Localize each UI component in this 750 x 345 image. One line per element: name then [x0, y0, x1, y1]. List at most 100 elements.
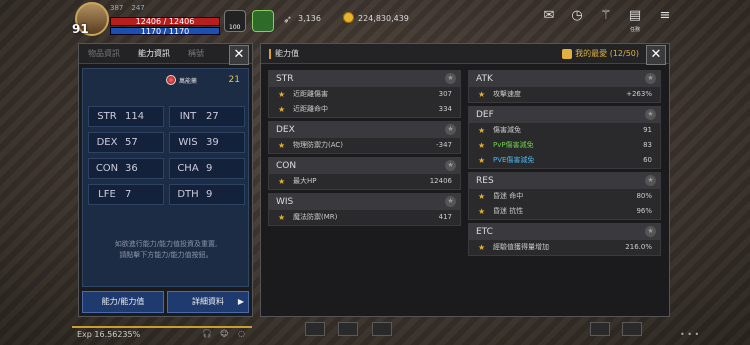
section-header: ATK ★ — [469, 71, 660, 87]
section-header: DEX ★ — [269, 122, 460, 138]
section-atk: ATK ★ ★ 攻擊速度 +263% — [468, 70, 661, 103]
tab-ability-info[interactable]: 能力資訊 — [129, 44, 179, 64]
favorited-star-icon[interactable]: ★ — [478, 138, 485, 153]
stat-key: DEX — [96, 137, 118, 148]
ability-value: +263% — [626, 90, 652, 98]
ability-column-right: ATK ★ ★ 攻擊速度 +263% DEF ★ ★ 傷害減免 91 ★ PvP傷害減免 83 ★ PVE傷… — [468, 70, 661, 259]
section-name: ATK — [476, 74, 493, 84]
stat-value: 9 — [206, 163, 213, 174]
section-name: RES — [476, 176, 494, 186]
favorite-star-icon[interactable]: ★ — [645, 109, 656, 120]
ability-label: 近距離命中 — [293, 105, 328, 113]
ability-label: PvP傷害減免 — [493, 141, 534, 149]
favorited-star-icon[interactable]: ★ — [478, 189, 485, 204]
close-left-panel-button[interactable]: ✕ — [229, 45, 249, 65]
favorited-star-icon[interactable]: ★ — [478, 153, 485, 168]
section-header: CON ★ — [269, 158, 460, 174]
ability-value: -347 — [436, 141, 452, 149]
stat-con: CON 36 — [88, 158, 164, 179]
pet-slot-1[interactable]: 100 — [224, 10, 246, 32]
section-header: ETC ★ — [469, 224, 660, 240]
ability-label: 物理防禦力(AC) — [293, 141, 344, 149]
stat-value: 27 — [206, 111, 219, 122]
emote-icon[interactable]: ☺ — [220, 329, 230, 339]
ability-label: PVE傷害減免 — [493, 156, 535, 164]
ability-value: 216.0% — [625, 243, 652, 251]
section-res: RES ★ ★ 昏迷 命中 80% ★ 昏迷 抗性 96% — [468, 172, 661, 220]
stat-dth: DTH 9 — [169, 184, 245, 205]
mp-bar: 1170 / 1170 — [110, 27, 220, 36]
favorite-star-icon[interactable]: ★ — [645, 175, 656, 186]
mail-icon[interactable]: ✉ — [540, 8, 558, 26]
more-icon[interactable]: • • • — [680, 330, 699, 339]
clock-icon[interactable]: ◷ — [568, 8, 586, 26]
favorited-star-icon[interactable]: ★ — [278, 138, 285, 153]
tab-item-info[interactable]: 物品資訊 — [79, 44, 129, 64]
ability-value: 334 — [438, 105, 452, 113]
stat-key: CON — [95, 163, 119, 174]
favorite-star-icon[interactable]: ★ — [445, 124, 456, 135]
section-name: DEX — [276, 125, 295, 135]
ability-row: ★ 昏迷 命中 80% — [469, 189, 660, 204]
quickslot-5[interactable] — [622, 322, 642, 336]
favorites-toggle[interactable]: 我的最愛 (12/50) — [562, 44, 639, 64]
quickslot-1[interactable] — [305, 322, 325, 336]
quickslot-3[interactable] — [372, 322, 392, 336]
hud-stat-row: 387 247 — [110, 4, 145, 12]
top-hud: 91 387 247 12406 / 12406 1170 / 1170 100… — [0, 0, 750, 40]
quickslot-2[interactable] — [338, 322, 358, 336]
detail-button[interactable]: 詳細資料 ▶ — [167, 291, 249, 313]
favorited-star-icon[interactable]: ★ — [478, 240, 485, 255]
quest-icon[interactable]: ▤ — [626, 8, 644, 26]
stat-wis: WIS 39 — [169, 132, 245, 153]
stat-value: 9 — [206, 189, 213, 200]
chat-icon[interactable]: ◌ — [238, 329, 248, 339]
section-header: WIS ★ — [269, 194, 460, 210]
skill-icon[interactable]: ⚚ — [597, 8, 615, 26]
ability-row: ★ 魔法防禦(MR) 417 — [269, 210, 460, 225]
stat-value: 114 — [125, 111, 145, 122]
ability-row: ★ 攻擊速度 +263% — [469, 87, 660, 102]
favorite-star-icon[interactable]: ★ — [645, 226, 656, 237]
favorited-star-icon[interactable]: ★ — [278, 87, 285, 102]
elixir-value: 21 — [228, 75, 240, 85]
checkbox-icon — [562, 48, 573, 59]
section-header: DEF ★ — [469, 107, 660, 123]
ability-row: ★ 近距離傷害 307 — [269, 87, 460, 102]
ability-row: ★ 近距離命中 334 — [269, 102, 460, 117]
ability-value: 417 — [438, 213, 452, 221]
stat-str: STR 114 — [88, 106, 164, 127]
favorited-star-icon[interactable]: ★ — [278, 210, 285, 225]
favorite-star-icon[interactable]: ★ — [445, 73, 456, 84]
tab-title[interactable]: 稱號 — [179, 44, 213, 64]
ability-label: 魔法防禦(MR) — [293, 213, 338, 221]
favorited-star-icon[interactable]: ★ — [478, 123, 485, 138]
favorited-star-icon[interactable]: ★ — [278, 102, 285, 117]
elixir-label: 萬能藥 — [179, 77, 198, 85]
favorited-star-icon[interactable]: ★ — [478, 87, 485, 102]
ability-value: 12406 — [429, 177, 452, 185]
ability-value: 307 — [438, 90, 452, 98]
ability-button[interactable]: 能力/能力值 — [82, 291, 164, 313]
headset-icon[interactable]: 🎧 — [202, 329, 212, 339]
hud-stat-b: 247 — [131, 4, 145, 12]
quickslot-4[interactable] — [590, 322, 610, 336]
section-str: STR ★ ★ 近距離傷害 307 ★ 近距離命中 334 — [268, 70, 461, 118]
hint-line-1: 如欲進行能力/能力值投資及重置, — [114, 240, 218, 248]
pet-slot-2[interactable] — [252, 10, 274, 32]
ability-row: ★ 經驗值獲得量增加 216.0% — [469, 240, 660, 255]
mp-text: 1170 / 1170 — [140, 27, 190, 36]
hint-line-2: 請點擊下方能力/能力值按鈕。 — [119, 251, 213, 259]
favorite-star-icon[interactable]: ★ — [645, 73, 656, 84]
section-name: DEF — [476, 110, 494, 120]
ability-row: ★ 傷害減免 91 — [469, 123, 660, 138]
favorite-star-icon[interactable]: ★ — [445, 160, 456, 171]
favorited-star-icon[interactable]: ★ — [478, 204, 485, 219]
hud-stat-a: 387 — [110, 4, 124, 12]
stat-key: CHA — [177, 163, 199, 174]
stat-value: 57 — [125, 137, 138, 148]
main-menu-icon[interactable]: ≡ — [656, 8, 674, 26]
favorited-star-icon[interactable]: ★ — [278, 174, 285, 189]
favorite-star-icon[interactable]: ★ — [445, 196, 456, 207]
close-ability-panel-button[interactable]: ✕ — [646, 45, 666, 65]
